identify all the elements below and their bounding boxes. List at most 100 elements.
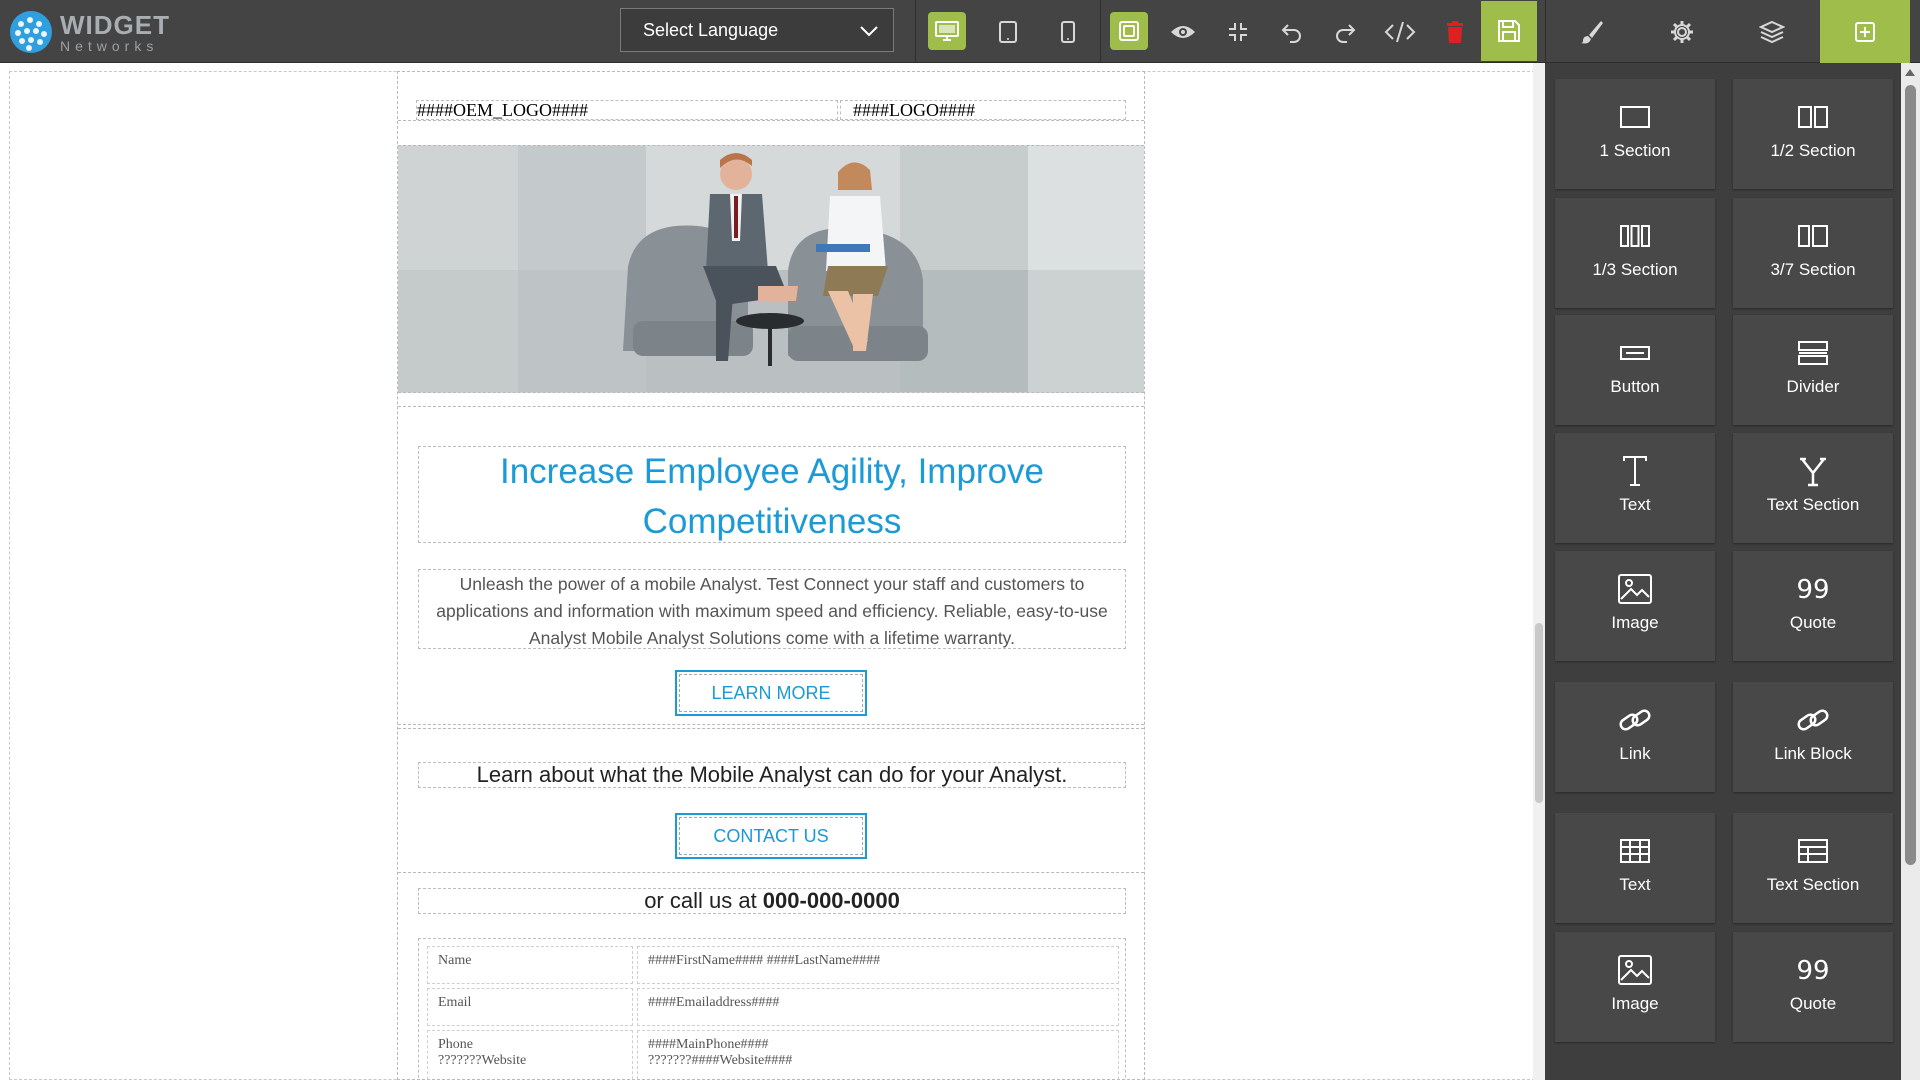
undo-icon	[1281, 23, 1301, 43]
block-tile-quote[interactable]: 99 Quote	[1733, 932, 1893, 1042]
redo-icon	[1336, 23, 1356, 43]
editor-canvas[interactable]: ####OEM_LOGO#### ####LOGO#### Increase E…	[0, 63, 1545, 1080]
button-icon	[1555, 333, 1715, 373]
third-section-icon	[1555, 216, 1715, 256]
link-block-icon	[1733, 700, 1893, 740]
brand-logo: WIDGET Networks	[10, 11, 170, 53]
headline-text[interactable]: Increase Employee Agility, Improve Compe…	[418, 446, 1126, 543]
settings-tab[interactable]	[1637, 0, 1727, 63]
block-tile-divider[interactable]: Divider	[1733, 315, 1893, 425]
image-icon	[1555, 569, 1715, 609]
block-tile-text-section[interactable]: Text Section	[1733, 433, 1893, 543]
section-divider	[398, 406, 1144, 407]
three-seven-section-icon	[1733, 216, 1893, 256]
blocks-tab[interactable]	[1820, 0, 1910, 63]
description-line3: Analyst Mobile Analyst Solutions come wi…	[529, 628, 1015, 648]
canvas-scrollbar-thumb[interactable]	[1535, 623, 1543, 803]
one-section-icon	[1555, 97, 1715, 137]
block-tile-image[interactable]: Image	[1555, 551, 1715, 661]
divider-icon	[1733, 333, 1893, 373]
phone-label: Phone	[438, 1037, 473, 1052]
phone-number: 000-000-0000	[762, 888, 900, 913]
block-tile-label: Link Block	[1774, 744, 1852, 763]
block-tile-label: Text Section	[1766, 495, 1860, 514]
panel-scrollbar[interactable]	[1901, 63, 1920, 1080]
mobile-view-button[interactable]	[1041, 0, 1095, 63]
preview-icon	[1171, 25, 1195, 38]
headline-line1: Increase Employee Agility, Improve	[499, 452, 1045, 491]
block-tile-label: Text	[1619, 495, 1651, 514]
outline-toggle-icon	[1119, 21, 1139, 41]
redo-button[interactable]	[1318, 0, 1372, 63]
layers-tab[interactable]	[1727, 0, 1817, 63]
toolbar-divider	[1100, 0, 1101, 63]
call-us-text[interactable]: or call us at 000-000-0000	[418, 888, 1126, 914]
block-tile-link-block[interactable]: Link Block	[1733, 682, 1893, 792]
code-view-button[interactable]	[1373, 0, 1427, 63]
desktop-view-button[interactable]	[928, 12, 966, 50]
table-cell-value: ####MainPhone#### ???????####Website####	[637, 1030, 1119, 1080]
table-cell-label: Name	[427, 946, 633, 984]
block-tile-quote[interactable]: 99 Quote	[1733, 551, 1893, 661]
language-select[interactable]: Select Language	[620, 8, 894, 52]
email-builder-app: WIDGET Networks Select Language ####OEM_…	[0, 0, 1920, 1080]
learn-about-text[interactable]: Learn about what the Mobile Analyst can …	[418, 762, 1126, 788]
chevron-down-icon	[860, 26, 878, 37]
fullscreen-icon	[1229, 22, 1247, 41]
block-tile-text-section[interactable]: Text Section	[1733, 813, 1893, 923]
tablet-view-button[interactable]	[981, 0, 1035, 63]
block-tile-label: Button	[1610, 377, 1660, 396]
delete-icon	[1447, 20, 1463, 43]
outline-toggle-button[interactable]	[1110, 12, 1148, 50]
table-icon	[1555, 831, 1715, 871]
table-cell-value: ####FirstName#### ####LastName####	[637, 946, 1119, 984]
quote-icon: 99	[1733, 569, 1893, 609]
logo-row[interactable]: ####OEM_LOGO#### ####LOGO####	[416, 100, 1126, 120]
hero-image[interactable]	[398, 145, 1144, 393]
canvas-scrollbar[interactable]	[1533, 63, 1545, 1080]
style-manager-tab[interactable]	[1547, 0, 1637, 63]
code-icon	[1384, 21, 1416, 42]
block-tile-1-section[interactable]: 1 Section	[1555, 79, 1715, 189]
description-text[interactable]: Unleash the power of a mobile Analyst. T…	[418, 569, 1126, 649]
undo-button[interactable]	[1265, 0, 1319, 63]
contact-us-button[interactable]: CONTACT US	[675, 813, 867, 859]
block-tile-text[interactable]: Text	[1555, 813, 1715, 923]
oem-logo-placeholder[interactable]: ####OEM_LOGO####	[416, 100, 838, 120]
block-tile-text[interactable]: Text	[1555, 433, 1715, 543]
table-cell-label: Email	[427, 988, 633, 1026]
block-tile-label: Image	[1611, 613, 1659, 632]
website-value: ???????####Website####	[648, 1053, 793, 1068]
preview-button[interactable]	[1156, 0, 1210, 63]
fullscreen-button[interactable]	[1211, 0, 1265, 63]
contact-info-table[interactable]: Name ####FirstName#### ####LastName#### …	[418, 938, 1126, 1080]
learn-more-button[interactable]: LEARN MORE	[675, 670, 867, 716]
headline-line2: Competitiveness	[642, 502, 902, 541]
section-divider	[398, 728, 1144, 729]
block-tile-label: Image	[1611, 994, 1659, 1013]
block-tile-label: Quote	[1789, 994, 1837, 1013]
logo-placeholder[interactable]: ####LOGO####	[840, 100, 1126, 120]
block-tile-button[interactable]: Button	[1555, 315, 1715, 425]
toolbar-divider	[1545, 0, 1546, 63]
block-tile-label: Text Section	[1766, 875, 1860, 894]
scroll-up-arrow[interactable]	[1905, 69, 1915, 76]
block-tile-1-2-section[interactable]: 1/2 Section	[1733, 79, 1893, 189]
mobile-view-icon	[1061, 20, 1075, 43]
panel-scrollbar-thumb[interactable]	[1905, 85, 1916, 865]
block-tile-1-3-section[interactable]: 1/3 Section	[1555, 198, 1715, 308]
description-line2: applications and information with maximu…	[436, 601, 1108, 621]
description-line1: Unleash the power of a mobile Analyst. T…	[459, 574, 1085, 594]
delete-button[interactable]	[1428, 0, 1482, 63]
text-section-icon	[1733, 451, 1893, 491]
brand-name-line1: WIDGET	[60, 9, 170, 40]
table-row: Email ####Emailaddress####	[427, 988, 1119, 1026]
block-tile-link[interactable]: Link	[1555, 682, 1715, 792]
block-tile-image[interactable]: Image	[1555, 932, 1715, 1042]
phone-value: ####MainPhone####	[648, 1037, 769, 1052]
save-button[interactable]	[1481, 1, 1537, 61]
email-template[interactable]: ####OEM_LOGO#### ####LOGO#### Increase E…	[397, 71, 1145, 1080]
settings-icon	[1671, 20, 1693, 43]
save-icon	[1498, 20, 1520, 42]
block-tile-3-7-section[interactable]: 3/7 Section	[1733, 198, 1893, 308]
